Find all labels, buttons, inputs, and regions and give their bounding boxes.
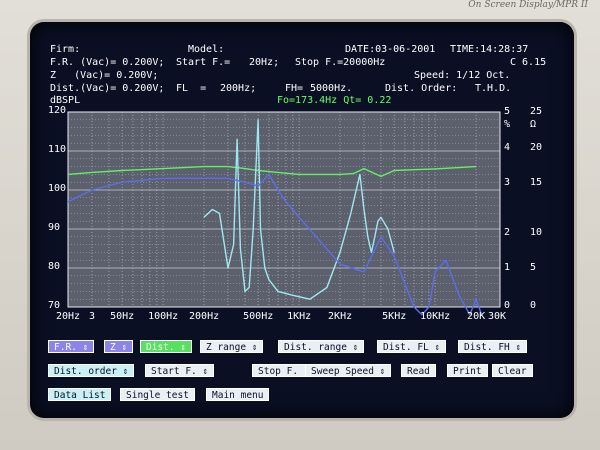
x-tick-label: 30K (488, 311, 507, 322)
z-toggle-button[interactable]: Z ⇕ (104, 340, 134, 353)
right-percent-tick-label: 3 (504, 177, 511, 188)
monitor-brand-label: On Screen Display/MPR II (468, 0, 588, 10)
single-test-button[interactable]: Single test (120, 388, 195, 401)
start-f-button[interactable]: Start F. ⇕ (145, 364, 215, 377)
data-list-button[interactable]: Data List (48, 388, 112, 401)
right-ohm-tick-label: 15 (530, 177, 543, 188)
z-range-button[interactable]: Z range ⇕ (200, 340, 264, 353)
print-button[interactable]: Print (447, 364, 488, 377)
x-tick-label: 5KHz (382, 311, 407, 322)
x-tick-label: 10KHz (420, 311, 451, 322)
right-percent-tick-label: 2 (504, 227, 511, 238)
x-tick-label: 50Hz (110, 311, 135, 322)
x-tick-label: 20Hz (56, 311, 81, 322)
series-line-fr (67, 165, 477, 178)
right-ohm-tick-label: 5 (530, 262, 537, 273)
read-button[interactable]: Read (401, 364, 436, 377)
right-percent-tick-label: 0 (504, 300, 511, 311)
dist-range-button[interactable]: Dist. range ⇕ (278, 340, 365, 353)
y-tick-label: 110 (48, 144, 67, 155)
y-tick-label: 100 (48, 183, 67, 194)
fr-toggle-button[interactable]: F.R. ⇕ (48, 340, 95, 353)
right-ohm-tick-label: 0 (530, 300, 537, 311)
clear-button[interactable]: Clear (492, 364, 533, 377)
x-tick-label: 200Hz (189, 311, 220, 322)
right-ohm-tick-label: 20 (530, 142, 543, 153)
series-line-z (203, 119, 395, 300)
right-ohm-tick-label: 25 (530, 106, 543, 117)
response-chart (67, 111, 501, 316)
x-tick-label: 3 (88, 311, 95, 322)
x-tick-label: 1KHz (287, 311, 312, 322)
y-tick-label: 80 (48, 261, 61, 272)
x-tick-label: 500Hz (243, 311, 274, 322)
right-percent-tick-label: 4 (504, 142, 511, 153)
dist-fl-button[interactable]: Dist. FL ⇕ (377, 340, 447, 353)
crt-screen: Firm: Model: DATE:03-06-2001 TIME:14:28:… (30, 22, 574, 418)
right-percent-tick-label: 1 (504, 262, 511, 273)
right-ohm-tick-label: 10 (530, 227, 543, 238)
x-tick-label: 2KHz (328, 311, 353, 322)
x-tick-label: 100Hz (148, 311, 179, 322)
monitor-bezel: On Screen Display/MPR II Firm: Model: DA… (0, 0, 600, 450)
dist-order-button[interactable]: Dist. order ⇕ (48, 364, 135, 377)
y-tick-label: 70 (48, 300, 61, 311)
right-ohm-tick-label: Ω (530, 119, 537, 130)
main-menu-button[interactable]: Main menu (206, 388, 270, 401)
y-tick-label: 120 (48, 105, 67, 116)
sweep-speed-button[interactable]: Sweep Speed ⇕ (305, 364, 392, 377)
right-percent-tick-label: 5 (504, 106, 511, 117)
right-percent-tick-label: % (504, 119, 511, 130)
dist-toggle-button[interactable]: Dist. ⇕ (140, 340, 193, 353)
dist-fh-button[interactable]: Dist. FH ⇕ (458, 340, 528, 353)
y-tick-label: 90 (48, 222, 61, 233)
x-tick-label: 20K (467, 311, 486, 322)
